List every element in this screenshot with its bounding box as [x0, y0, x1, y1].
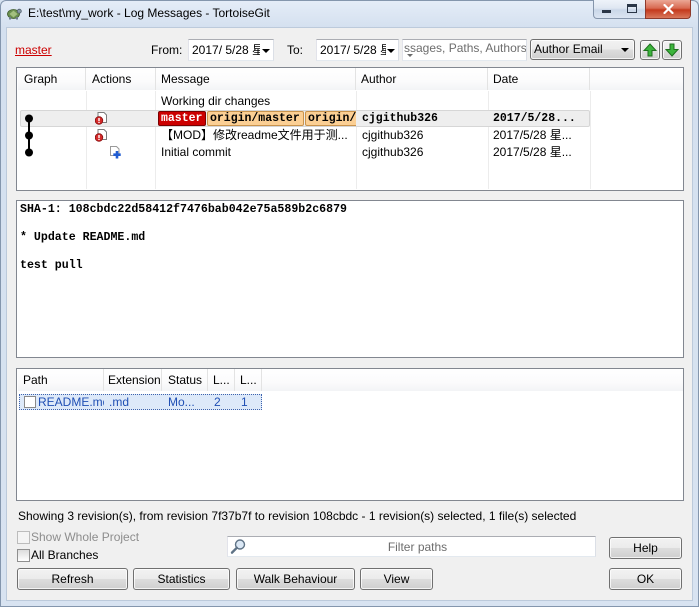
commit-subject: * Update README.md — [20, 231, 146, 244]
minimize-icon — [602, 10, 611, 13]
column-header-extension[interactable]: Extension — [104, 369, 162, 391]
column-header-filler — [590, 68, 683, 90]
maximize-button[interactable] — [619, 0, 646, 19]
from-label: From: — [151, 43, 183, 57]
column-header-message[interactable]: Message — [156, 68, 356, 90]
show-whole-project-checkbox[interactable] — [17, 531, 30, 544]
close-icon — [663, 4, 674, 14]
log-author: cjgithub326 — [362, 145, 424, 159]
modified-icon — [95, 112, 107, 125]
chevron-down-icon[interactable] — [262, 49, 270, 53]
log-message: 【MOD】修改readme文件用于测... — [161, 128, 348, 142]
previous-button[interactable] — [640, 40, 660, 60]
chevron-down-icon[interactable] — [387, 49, 395, 53]
commit-sha: SHA-1: 108cbdc22d58412f7476bab042e75a589… — [20, 203, 347, 216]
commit-body: test pull — [20, 259, 83, 272]
log-row[interactable]: Working dir changes — [18, 93, 683, 110]
column-header-label: Message — [161, 72, 210, 86]
log-author: cjgithub326 — [362, 128, 424, 142]
ref-badge-local-branch: master — [158, 111, 206, 126]
statistics-button[interactable]: Statistics — [133, 568, 230, 590]
column-header-graph[interactable]: Graph — [18, 68, 86, 90]
filter-paths-input[interactable] — [227, 536, 596, 557]
added-icon — [110, 146, 121, 159]
walk-behaviour-button[interactable]: Walk Behaviour — [236, 568, 355, 590]
graph-node — [25, 131, 33, 140]
ref-badge-remote-branch: origin/ — [305, 111, 356, 126]
column-header-date[interactable]: Date — [488, 68, 590, 90]
log-row[interactable]: master origin/master origin/ cjgithub326… — [18, 110, 683, 127]
column-header-label: Date — [493, 72, 519, 86]
column-header-l2[interactable]: L... — [235, 369, 262, 391]
log-author: cjgithub326 — [362, 112, 438, 125]
next-button[interactable] — [662, 40, 682, 60]
column-header-label: Author — [361, 72, 397, 86]
search-input[interactable] — [402, 39, 527, 61]
search-dropdown-icon[interactable] — [407, 54, 413, 57]
file-extension: .md — [109, 395, 130, 409]
file-row[interactable]: README.md .md Mo... 2 1 — [18, 394, 683, 410]
tortoisegit-icon — [6, 5, 22, 21]
maximize-icon — [627, 4, 637, 13]
ok-button[interactable]: OK — [609, 568, 682, 590]
ref-badge-remote-branch: origin/master — [207, 111, 304, 126]
to-date-value: 2017/ 5/28 星 — [320, 43, 386, 57]
graph-node — [25, 114, 33, 123]
log-date: 2017/5/28 星... — [493, 145, 572, 159]
log-message: Initial commit — [161, 145, 232, 159]
column-header-label: L... — [213, 373, 230, 387]
column-header-label: L... — [240, 373, 257, 387]
file-status: Mo... — [168, 395, 195, 409]
from-date-value: 2017/ 5/28 星 — [192, 43, 260, 57]
commit-message-pane[interactable] — [16, 200, 684, 358]
to-label: To: — [287, 43, 304, 57]
column-header-label: Status — [168, 373, 203, 387]
minimize-button[interactable] — [593, 0, 620, 19]
column-header-label: Graph — [24, 72, 58, 86]
revision-graph — [25, 114, 33, 157]
column-header-path[interactable]: Path — [18, 369, 104, 391]
from-date-picker[interactable]: 2017/ 5/28 星 — [188, 39, 274, 61]
file-icon — [24, 396, 36, 408]
column-header-author[interactable]: Author — [356, 68, 488, 90]
column-header-actions[interactable]: Actions — [86, 68, 156, 90]
filter-field-value: Author Email — [534, 42, 603, 56]
log-message: Working dir changes — [161, 94, 271, 108]
arrow-down-icon — [665, 43, 679, 57]
column-header-label: Extension — [108, 373, 161, 387]
file-path: README.md — [38, 395, 104, 409]
file-col4: 2 — [214, 395, 221, 409]
refresh-button[interactable]: Refresh — [17, 568, 128, 590]
graph-node — [25, 148, 33, 157]
search-icon — [230, 539, 246, 554]
close-button[interactable] — [645, 0, 691, 19]
log-date: 2017/5/28 星... — [493, 128, 572, 142]
column-header-status[interactable]: Status — [162, 369, 208, 391]
arrow-up-icon — [643, 43, 657, 57]
column-header-filler — [262, 369, 683, 391]
log-messages-window: E:\test\my_work - Log Messages - Tortois… — [0, 0, 699, 607]
status-text: Showing 3 revision(s), from revision 7f3… — [18, 509, 577, 523]
window-title: E:\test\my_work - Log Messages - Tortois… — [28, 6, 270, 20]
modified-icon — [95, 129, 107, 142]
column-header-label: Actions — [92, 72, 132, 86]
log-date: 2017/5/28... — [493, 112, 576, 125]
chevron-down-icon — [621, 48, 629, 52]
filter-field-dropdown[interactable]: Author Email — [530, 39, 635, 60]
all-branches-label: All Branches — [31, 548, 99, 562]
to-date-picker[interactable]: 2017/ 5/28 星 — [316, 39, 399, 61]
column-header-label: Path — [23, 373, 48, 387]
log-row[interactable]: Initial commit cjgithub326 2017/5/28 星..… — [18, 144, 683, 161]
ref-badges: master origin/master origin/ — [156, 110, 356, 127]
show-whole-project-label: Show Whole Project — [31, 530, 140, 544]
branch-link[interactable]: master — [15, 43, 52, 57]
column-header-l1[interactable]: L... — [208, 369, 235, 391]
file-col5: 1 — [241, 395, 248, 409]
view-button[interactable]: View — [360, 568, 433, 590]
all-branches-checkbox[interactable] — [17, 549, 30, 562]
help-button[interactable]: Help — [609, 537, 682, 559]
log-row[interactable]: 【MOD】修改readme文件用于测... cjgithub326 2017/5… — [18, 127, 683, 144]
